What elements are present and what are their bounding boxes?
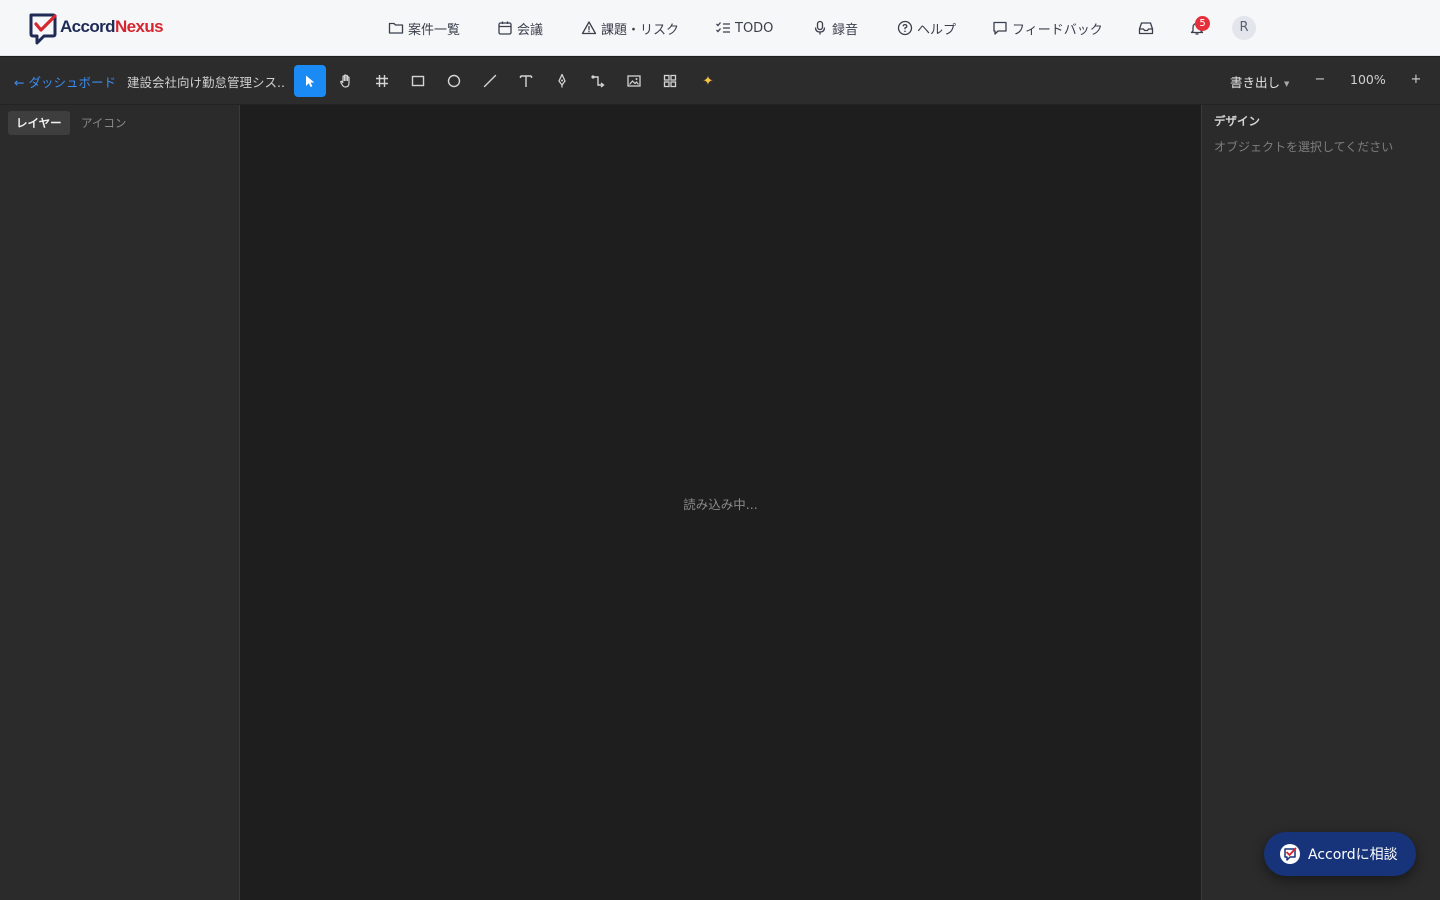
nav-item-label: フィードバック [1012,22,1103,38]
nav-item-label: 録音 [832,22,859,38]
hand-icon [340,74,350,88]
rectangle-tool[interactable] [402,65,434,97]
help-icon [897,20,913,36]
design-panel: デザイン オブジェクトを選択してください [1201,105,1440,900]
text-icon [519,75,533,87]
ai-tool[interactable]: ✦ [692,65,724,97]
nav-item-label: 会議 [517,22,544,38]
hash-icon [376,75,388,87]
nav-item-label: TODO [735,20,774,36]
hand-tool[interactable] [330,65,362,97]
nav-item-projects[interactable]: 案件一覧 [388,16,460,40]
components-tool[interactable] [654,65,686,97]
loading-indicator: 読み込み中... [683,497,758,512]
tab-layers[interactable]: レイヤー [8,111,70,135]
zoom-in-button[interactable]: + [1407,71,1425,89]
microphone-icon [814,20,826,35]
editor-toolbar: ← ダッシュボード 建設会社向け勤怠管理シス... ✦ 書き出し ▼ − 100%… [0,57,1440,105]
calendar-icon [498,21,512,35]
text-tool[interactable] [510,65,542,97]
pen-icon [558,73,566,88]
zoom-level: 100% [1350,72,1386,87]
nav-item-feedback[interactable]: フィードバック [992,16,1103,40]
document-title[interactable]: 建設会社向け勤怠管理シス... [127,72,285,91]
select-tool[interactable] [294,65,326,97]
pen-tool[interactable] [546,65,578,97]
inbox-icon [1138,22,1154,35]
consult-accord-button[interactable]: Accordに相談 [1264,832,1416,876]
logo-text: AccordNexus [60,16,164,36]
notification-count-badge: 5 [1195,16,1210,31]
empty-selection-hint: オブジェクトを選択してください [1214,140,1394,154]
chevron-down-icon: ▼ [1284,80,1290,88]
checklist-icon [716,22,730,33]
user-avatar[interactable]: R [1232,16,1256,40]
folder-icon [388,22,404,34]
image-icon [627,75,641,87]
accord-logo-icon [1280,844,1300,864]
left-panel: レイヤー アイコン [0,105,240,900]
nav-item-label: 案件一覧 [408,22,461,38]
frame-tool[interactable] [366,65,398,97]
rectangle-icon [411,75,425,87]
nav-item-meetings[interactable]: 会議 [497,16,543,40]
nav-item-label: 課題・リスク [601,22,680,38]
line-tool[interactable] [474,65,506,97]
nav-item-todo[interactable]: TODO [715,16,773,40]
nav-item-issues-risks[interactable]: 課題・リスク [581,16,679,40]
nav-item-label: ヘルプ [917,22,957,38]
tab-icons[interactable]: アイコン [73,111,134,135]
connector-tool[interactable] [582,65,614,97]
connector-icon [591,75,605,88]
design-canvas[interactable]: 読み込み中... [240,105,1201,900]
design-panel-heading: デザイン [1214,114,1260,128]
consult-accord-label: Accordに相談 [1308,847,1398,863]
inbox-button[interactable] [1134,16,1158,40]
image-tool[interactable] [618,65,650,97]
grid-icon [663,74,677,88]
accordnexus-logo[interactable]: AccordNexus [28,12,164,45]
nav-item-help[interactable]: ヘルプ [897,16,956,40]
cursor-icon [306,75,315,87]
export-label: 書き出し [1230,75,1281,90]
circle-icon [447,74,461,88]
logo-mark-icon [29,13,57,45]
message-icon [993,21,1007,35]
top-navigation: AccordNexus 案件一覧 会議 課題・リスク TODO 録音 ヘルプ フ… [0,0,1440,56]
nav-item-recording[interactable]: 録音 [812,16,858,40]
ellipse-tool[interactable] [438,65,470,97]
warning-icon [581,21,597,35]
sparkles-icon: ✦ [702,73,714,89]
zoom-out-button[interactable]: − [1311,71,1329,89]
line-icon [483,74,497,88]
back-to-dashboard-link[interactable]: ← ダッシュボード [14,72,116,91]
export-button[interactable]: 書き出し ▼ [1230,72,1289,91]
